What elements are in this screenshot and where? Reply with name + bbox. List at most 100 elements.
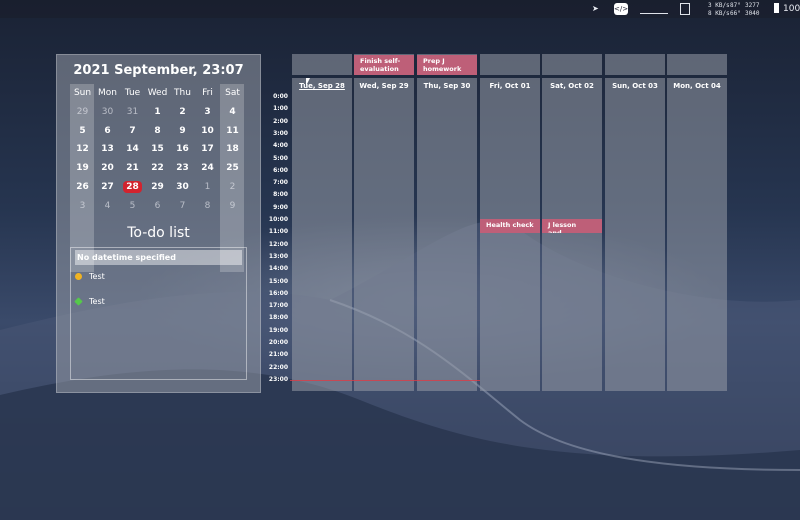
day-number: 20: [101, 163, 114, 174]
timed-event[interactable]: Health check: [480, 219, 540, 233]
temperature-readout[interactable]: 87° 66°: [730, 3, 741, 17]
calendar-day-today[interactable]: 28: [120, 178, 145, 197]
network-up: 3 KB/s: [708, 2, 730, 9]
day-column[interactable]: Fri, Oct 01: [480, 78, 540, 391]
code-app-icon[interactable]: </>: [614, 3, 628, 15]
memory-icon[interactable]: [680, 3, 690, 15]
allday-slot[interactable]: [292, 54, 352, 75]
day-number: 11: [226, 125, 239, 136]
day-header[interactable]: Sat, Oct 02: [542, 78, 602, 94]
calendar-day[interactable]: 11: [220, 122, 245, 141]
calendar-day[interactable]: 8: [145, 122, 170, 141]
hour-label: 19:00: [268, 326, 288, 334]
allday-event[interactable]: Prep J homework: [417, 55, 477, 75]
day-number: 24: [201, 163, 214, 174]
day-number: 3: [79, 200, 86, 211]
calendar-day[interactable]: 2: [170, 103, 195, 122]
allday-slot[interactable]: [542, 54, 602, 75]
calendar-day[interactable]: 6: [95, 122, 120, 141]
day-number: 25: [226, 163, 239, 174]
network-speed[interactable]: 3 KB/s 8 KB/s: [708, 2, 730, 17]
battery-icon[interactable]: [774, 3, 779, 13]
fan-top: 3277: [745, 2, 760, 9]
calendar-day[interactable]: 7: [120, 122, 145, 141]
day-column[interactable]: Thu, Sep 30: [417, 78, 477, 391]
day-column[interactable]: Sat, Oct 02: [542, 78, 602, 391]
calendar-day[interactable]: 20: [95, 159, 120, 178]
todo-item[interactable]: Test: [75, 270, 105, 284]
calendar-day[interactable]: 3: [195, 103, 220, 122]
calendar-day[interactable]: 3: [70, 197, 95, 216]
calendar-day[interactable]: 23: [170, 159, 195, 178]
todo-section-header: No datetime specified: [75, 250, 242, 265]
calendar-day[interactable]: 10: [195, 122, 220, 141]
day-column[interactable]: Wed, Sep 29: [354, 78, 414, 391]
calendar-day[interactable]: 6: [145, 197, 170, 216]
fan-readout[interactable]: 3277 3040: [745, 2, 760, 17]
day-number: 13: [101, 144, 114, 155]
calendar-day[interactable]: 13: [95, 140, 120, 159]
calendar-day[interactable]: 30: [170, 178, 195, 197]
calendar-day[interactable]: 14: [120, 140, 145, 159]
hour-label: 22:00: [268, 363, 288, 371]
calendar-day[interactable]: 12: [70, 140, 95, 159]
hour-label: 18:00: [268, 314, 288, 322]
allday-slot[interactable]: [480, 54, 540, 75]
day-header[interactable]: Wed, Sep 29: [354, 78, 414, 94]
hour-label: 1:00: [273, 105, 288, 113]
hour-label: 6:00: [273, 166, 288, 174]
hour-label: 5:00: [273, 154, 288, 162]
day-header[interactable]: Sun, Oct 03: [605, 78, 665, 94]
calendar-day[interactable]: 29: [70, 103, 95, 122]
calendar-day[interactable]: 8: [195, 197, 220, 216]
hour-label: 11:00: [268, 228, 288, 236]
calendar-day[interactable]: 7: [170, 197, 195, 216]
calendar-day[interactable]: 29: [145, 178, 170, 197]
calendar-day[interactable]: 15: [145, 140, 170, 159]
calendar-day[interactable]: 9: [170, 122, 195, 141]
day-header[interactable]: Tue, Sep 28: [292, 78, 352, 94]
day-header[interactable]: Thu, Sep 30: [417, 78, 477, 94]
activity-graph-icon[interactable]: [640, 3, 668, 14]
day-column[interactable]: Mon, Oct 04: [667, 78, 727, 391]
hour-label: 21:00: [268, 351, 288, 359]
calendar-day[interactable]: 4: [95, 197, 120, 216]
calendar-day[interactable]: 30: [95, 103, 120, 122]
day-header[interactable]: Fri, Oct 01: [480, 78, 540, 94]
calendar-day[interactable]: 22: [145, 159, 170, 178]
calendar-day[interactable]: 31: [120, 103, 145, 122]
calendar-day[interactable]: 26: [70, 178, 95, 197]
calendar-day[interactable]: 27: [95, 178, 120, 197]
day-column[interactable]: Sun, Oct 03: [605, 78, 665, 391]
todo-item[interactable]: Test: [74, 295, 105, 309]
day-number: 3: [204, 106, 211, 117]
calendar-day[interactable]: 18: [220, 140, 245, 159]
day-header[interactable]: Mon, Oct 04: [667, 78, 727, 94]
calendar-day[interactable]: 16: [170, 140, 195, 159]
day-column[interactable]: Tue, Sep 28: [292, 78, 352, 391]
calendar-day[interactable]: 1: [195, 178, 220, 197]
calendar-day[interactable]: 5: [120, 197, 145, 216]
day-number: 10: [201, 125, 214, 136]
calendar-day[interactable]: 5: [70, 122, 95, 141]
mouse-cursor-icon: [306, 78, 310, 86]
calendar-day[interactable]: 4: [220, 103, 245, 122]
allday-slot[interactable]: [667, 54, 727, 75]
calendar-day[interactable]: 19: [70, 159, 95, 178]
allday-event[interactable]: Finish self-evaluation: [354, 55, 414, 75]
hour-label: 15:00: [268, 277, 288, 285]
todo-title: To-do list: [127, 225, 190, 241]
timed-event[interactable]: J lesson and...: [542, 219, 602, 233]
calendar-day[interactable]: 25: [220, 159, 245, 178]
calendar-day[interactable]: 2: [220, 178, 245, 197]
calendar-day[interactable]: 24: [195, 159, 220, 178]
hour-label: 8:00: [273, 191, 288, 199]
calendar-day[interactable]: 1: [145, 103, 170, 122]
calendar-day[interactable]: 21: [120, 159, 145, 178]
allday-slot[interactable]: [605, 54, 665, 75]
day-number: 2: [229, 181, 236, 192]
calendar-day[interactable]: 9: [220, 197, 245, 216]
calendar-day[interactable]: 17: [195, 140, 220, 159]
location-arrow-icon[interactable]: ➤: [592, 3, 599, 15]
hour-label: 4:00: [273, 142, 288, 150]
